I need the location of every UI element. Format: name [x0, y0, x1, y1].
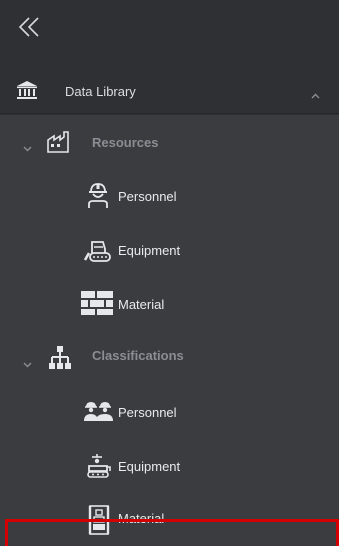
classifications-label: Classifications: [92, 348, 184, 363]
resources-equipment-label: Equipment: [118, 243, 181, 258]
resources-section-header[interactable]: Resources: [0, 115, 339, 169]
bulldozer-icon: [83, 239, 113, 263]
navigation-panel: Data Library Resources Personnel Equipme…: [0, 0, 339, 546]
hardhat-worker-icon: [86, 181, 110, 209]
resources-material-label: Material: [118, 297, 165, 312]
classifications-personnel-item[interactable]: Personnel: [0, 385, 339, 439]
bank-icon: [16, 80, 38, 100]
resources-label: Resources: [92, 135, 159, 150]
classifications-section-header[interactable]: Classifications: [0, 331, 339, 385]
classifications-material-item[interactable]: Material: [0, 493, 339, 546]
machine-icon: [86, 453, 112, 479]
classifications-personnel-label: Personnel: [118, 405, 177, 420]
collapse-sidebar-button[interactable]: [14, 12, 44, 42]
resources-personnel-label: Personnel: [118, 189, 177, 204]
data-library-header[interactable]: Data Library: [0, 66, 339, 114]
chevron-down-icon: [23, 139, 32, 157]
classifications-equipment-item[interactable]: Equipment: [0, 439, 339, 493]
double-chevron-left-icon: [18, 17, 39, 37]
people-group-icon: [84, 401, 114, 423]
resources-personnel-item[interactable]: Personnel: [0, 169, 339, 223]
hierarchy-icon: [48, 345, 72, 371]
brick-wall-icon: [80, 290, 114, 316]
resources-equipment-item[interactable]: Equipment: [0, 223, 339, 277]
chevron-down-icon: [23, 355, 32, 373]
resources-material-item[interactable]: Material: [0, 277, 339, 331]
factory-icon: [46, 130, 72, 154]
classifications-material-label: Material: [118, 511, 165, 526]
data-library-label: Data Library: [65, 84, 136, 99]
classifications-equipment-label: Equipment: [118, 459, 181, 474]
material-stack-icon: [87, 505, 111, 535]
chevron-up-icon: [311, 86, 320, 104]
